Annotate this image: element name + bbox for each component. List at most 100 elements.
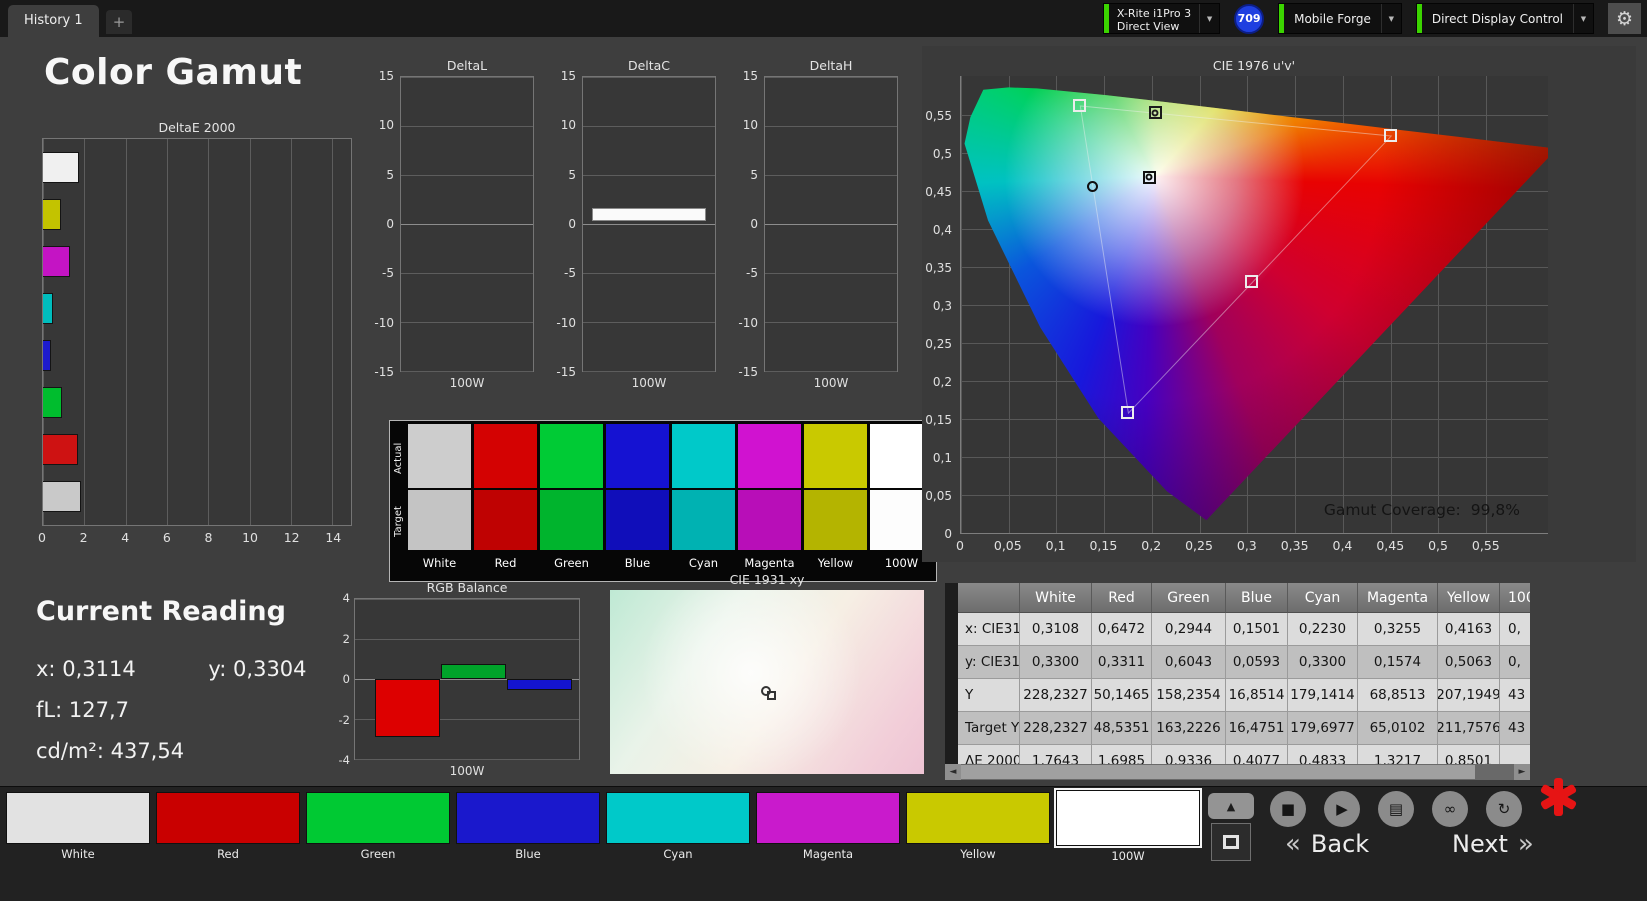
y-axis: 151050-5-10-15 (372, 76, 398, 372)
meter-select[interactable]: X-Rite i1Pro 3 Direct View ▼ (1103, 3, 1220, 34)
pattern-cyan[interactable]: Cyan (606, 792, 750, 864)
cell: 179,1414 (1288, 679, 1358, 712)
cell: 1,7643 (1020, 745, 1092, 764)
pattern-window-button[interactable] (1211, 823, 1251, 861)
gridline (583, 175, 715, 176)
swatch-label: Red (474, 550, 537, 576)
scroll-left-button[interactable]: ◄ (945, 764, 961, 780)
app-window: History 1 + X-Rite i1Pro 3 Direct View ▼… (0, 0, 1647, 901)
table-row: y: CIE310,33000,33110,60430,05930,33000,… (945, 646, 1530, 679)
pattern-green[interactable]: Green (306, 792, 450, 864)
loop-button[interactable]: ↻ (1486, 791, 1522, 827)
swatch-target (804, 490, 867, 550)
next-button[interactable]: Next » (1452, 829, 1534, 859)
play-button[interactable]: ▶ (1324, 791, 1360, 827)
cell: 158,2354 (1152, 679, 1226, 712)
scrollbar-thumb[interactable] (961, 765, 1475, 779)
x-tick-label: 2 (80, 530, 88, 545)
history-tab[interactable]: History 1 (8, 5, 99, 37)
pattern-blue[interactable]: Blue (456, 792, 600, 864)
gridline (401, 126, 533, 127)
reading-cd-value: 437,54 (111, 739, 184, 763)
scrollbar-track[interactable] (961, 764, 1514, 780)
pattern-white[interactable]: White (6, 792, 150, 864)
colorspace-badge[interactable]: 709 (1234, 4, 1264, 34)
cell: 48,5351 (1092, 712, 1152, 745)
swatch-target (408, 490, 471, 550)
back-button[interactable]: « Back (1285, 829, 1369, 859)
x-tick-label: 0,35 (1281, 538, 1309, 553)
swatch-magenta: Magenta (738, 424, 801, 578)
cell: 16,8514 (1226, 679, 1288, 712)
table-hscrollbar[interactable]: ◄ ► (945, 764, 1530, 780)
gridline (355, 599, 579, 600)
pattern-yellow[interactable]: Yellow (906, 792, 1050, 864)
table-row: x: CIE310,31080,64720,29440,15010,22300,… (945, 613, 1530, 646)
scroll-right-button[interactable]: ► (1514, 764, 1530, 780)
x-tick-label: 0 (956, 538, 964, 553)
x-tick-label: 0,4 (1332, 538, 1352, 553)
y-tick-label: 0,55 (925, 109, 952, 123)
continuous-button[interactable]: ∞ (1432, 791, 1468, 827)
table-row: Target Y228,232748,5351163,222616,475117… (945, 712, 1530, 745)
stop-button[interactable]: ■ (1270, 791, 1306, 827)
x-tick-label: 0,15 (1089, 538, 1117, 553)
gridline (765, 175, 897, 176)
pattern-red[interactable]: Red (156, 792, 300, 864)
reading-fl-label: fL: (36, 698, 62, 722)
pattern-magenta[interactable]: Magenta (756, 792, 900, 864)
pattern-label: 100W (1056, 846, 1200, 864)
x-tick-label: 0,2 (1141, 538, 1161, 553)
cell: 0,4833 (1288, 745, 1358, 764)
y-tick-label: 5 (568, 168, 576, 182)
add-tab-button[interactable]: + (106, 10, 132, 34)
y-tick-label: 10 (379, 118, 394, 132)
display-control-select[interactable]: Direct Display Control ▼ (1416, 3, 1594, 34)
pattern-swatch (1056, 790, 1200, 846)
pattern-label: Cyan (606, 844, 750, 862)
y-tick-label: 4 (343, 591, 350, 605)
row-label: y: CIE31 (958, 646, 1020, 679)
y-tick-label: 0 (568, 217, 576, 231)
marker-cyan-point (1087, 181, 1098, 192)
settings-gear-button[interactable]: ⚙ (1608, 3, 1641, 34)
y-tick-label: 15 (743, 69, 758, 83)
y-tick-label: -5 (382, 266, 394, 280)
cell: 0,8501 (1438, 745, 1500, 764)
report-button[interactable]: ▤ (1378, 791, 1414, 827)
collapse-panel-button[interactable]: ▲ (1208, 793, 1254, 819)
rgb-balance-chart: RGB Balance 420-2-4 100W (330, 580, 588, 786)
row-label: Y (958, 679, 1020, 712)
pattern-swatch (306, 792, 450, 844)
y-tick-label: 0,2 (933, 375, 952, 389)
deltae-bar-white (43, 152, 79, 183)
cell: 0,3255 (1358, 613, 1438, 646)
workflow-select[interactable]: Mobile Forge ▼ (1278, 3, 1402, 34)
pattern-100w[interactable]: 100W (1056, 792, 1200, 864)
gridline (583, 273, 715, 274)
pattern-swatch (156, 792, 300, 844)
current-reading-title: Current Reading (36, 596, 307, 627)
cie1931-title: CIE 1931 xy (608, 572, 926, 590)
cell: 0,1501 (1226, 613, 1288, 646)
gamut-coverage-label: Gamut Coverage: (1324, 501, 1461, 519)
pattern-swatch (606, 792, 750, 844)
gear-icon: ⚙ (1616, 8, 1633, 30)
cell: 0,3300 (1020, 646, 1092, 679)
table-row: Y228,232750,1465158,235416,8514179,14146… (945, 679, 1530, 712)
y-tick-label: 5 (750, 168, 758, 182)
pattern-label: Magenta (756, 844, 900, 862)
meter-mode: Direct View (1117, 20, 1191, 33)
swatch-actual (672, 424, 735, 488)
cell: 0,9336 (1152, 745, 1226, 764)
cell: 228,2327 (1020, 712, 1092, 745)
col-header-white: White (1020, 583, 1092, 613)
row-gutter (945, 679, 958, 712)
meter-label: X-Rite i1Pro 3 Direct View (1109, 4, 1199, 33)
cie1931-plot (610, 590, 924, 774)
deltae-bar-green (43, 387, 62, 418)
reading-y-label: y: (208, 657, 226, 681)
y-tick-label: 0,25 (925, 337, 952, 351)
col-header-green: Green (1152, 583, 1226, 613)
chart-deltac: DeltaC151050-5-10-15100W (554, 58, 716, 394)
